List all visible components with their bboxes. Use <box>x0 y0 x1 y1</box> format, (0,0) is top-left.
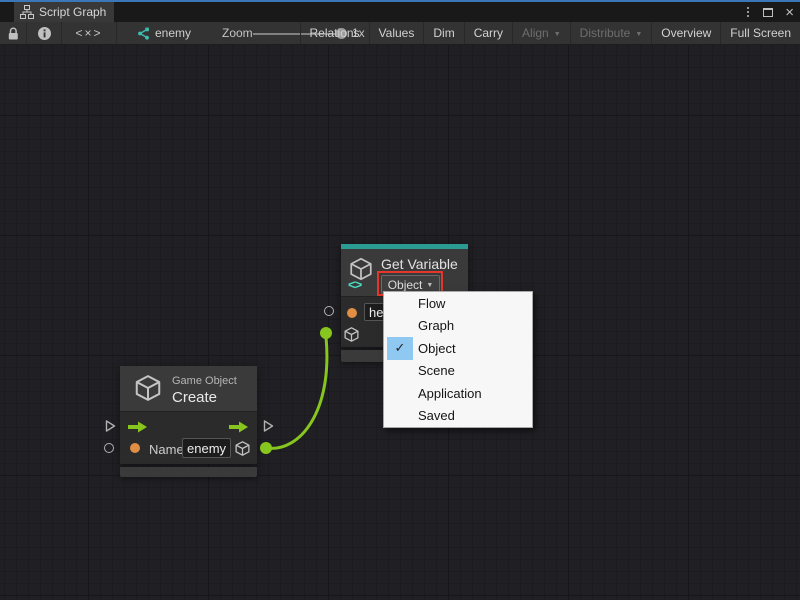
get-variable-title: Get Variable <box>381 256 458 272</box>
close-icon[interactable]: × <box>783 5 796 20</box>
toolbar-right-group: Relations Values Dim Carry Align▼ Distri… <box>300 22 800 44</box>
check-slot <box>387 382 413 405</box>
toolbar-left-group: <×> <box>0 22 117 44</box>
check-slot <box>387 292 413 315</box>
info-button[interactable] <box>27 22 62 44</box>
menu-item-object[interactable]: ✓ Object <box>384 337 532 360</box>
tab-script-graph[interactable]: Script Graph <box>14 2 114 22</box>
graph-hierarchy-icon <box>20 5 34 19</box>
breadcrumb[interactable]: enemy <box>136 22 191 44</box>
graph-breadcrumb-icon <box>136 26 150 40</box>
cube-icon <box>133 373 163 403</box>
menu-item-flow[interactable]: Flow <box>384 292 532 315</box>
create-gameobject-output-port[interactable] <box>260 442 272 454</box>
lock-button[interactable] <box>0 22 27 44</box>
menu-item-scene[interactable]: Scene <box>384 360 532 383</box>
name-input[interactable]: enemy <box>182 438 231 458</box>
menu-item-saved[interactable]: Saved <box>384 405 532 428</box>
graph-toolbar: <×> enemy Zoom 1x Relations Values Dim C… <box>0 22 800 45</box>
window-controls: × <box>743 2 796 22</box>
breadcrumb-label: enemy <box>155 26 191 40</box>
info-icon <box>37 26 52 41</box>
carry-button[interactable]: Carry <box>464 22 512 44</box>
check-slot <box>387 360 413 383</box>
flow-in-arrow-icon <box>127 420 148 434</box>
create-flow-input-port[interactable] <box>103 419 117 433</box>
create-node-body: Name enemy <box>120 411 257 464</box>
relations-button[interactable]: Relations <box>300 22 369 44</box>
create-node-header[interactable]: Game Object Create <box>120 366 257 411</box>
flow-out-arrow-icon <box>228 420 249 434</box>
name-port-dot-icon <box>130 443 140 453</box>
getvariable-object-input-port[interactable] <box>320 327 332 339</box>
create-node-title: Create <box>172 389 217 406</box>
check-slot <box>387 405 413 428</box>
menu-item-graph[interactable]: Graph <box>384 315 532 338</box>
create-node[interactable]: Game Object Create Name enemy <box>120 366 257 464</box>
getvariable-name-input-port[interactable] <box>324 306 334 316</box>
variable-code-icon: <> <box>348 277 361 292</box>
fullscreen-button[interactable]: Full Screen <box>720 22 800 44</box>
align-button[interactable]: Align▼ <box>512 22 570 44</box>
zoom-label: Zoom <box>222 26 253 40</box>
lock-icon <box>6 26 20 41</box>
script-graph-window: Script Graph × <×> <box>0 0 800 600</box>
window-menu-icon[interactable] <box>743 5 753 19</box>
name-port-label: Name <box>149 442 184 457</box>
create-name-input-port[interactable] <box>104 443 114 453</box>
menu-item-application[interactable]: Application <box>384 382 532 405</box>
create-node-footer <box>120 467 257 477</box>
variable-value-cube-icon <box>343 326 360 343</box>
graph-canvas[interactable]: Game Object Create Name enemy <box>0 45 800 600</box>
dim-button[interactable]: Dim <box>423 22 463 44</box>
create-flow-output-port[interactable] <box>261 419 275 433</box>
maximize-icon[interactable] <box>763 8 773 17</box>
tab-title: Script Graph <box>39 5 106 19</box>
chevron-down-icon: ▼ <box>554 31 561 38</box>
gameobject-output-cube-icon <box>234 440 251 457</box>
overview-button[interactable]: Overview <box>651 22 720 44</box>
variable-name-dot-icon <box>347 308 357 318</box>
chevron-down-icon: ▼ <box>635 31 642 38</box>
create-node-category: Game Object <box>172 375 237 387</box>
values-button[interactable]: Values <box>369 22 424 44</box>
code-preview-button[interactable]: <×> <box>62 22 117 44</box>
scope-dropdown-menu: Flow Graph ✓ Object Scene Application Sa… <box>383 291 533 428</box>
tab-bar: Script Graph × <box>0 2 800 22</box>
check-slot <box>387 315 413 338</box>
distribute-button[interactable]: Distribute▼ <box>570 22 652 44</box>
check-icon: ✓ <box>387 337 413 360</box>
